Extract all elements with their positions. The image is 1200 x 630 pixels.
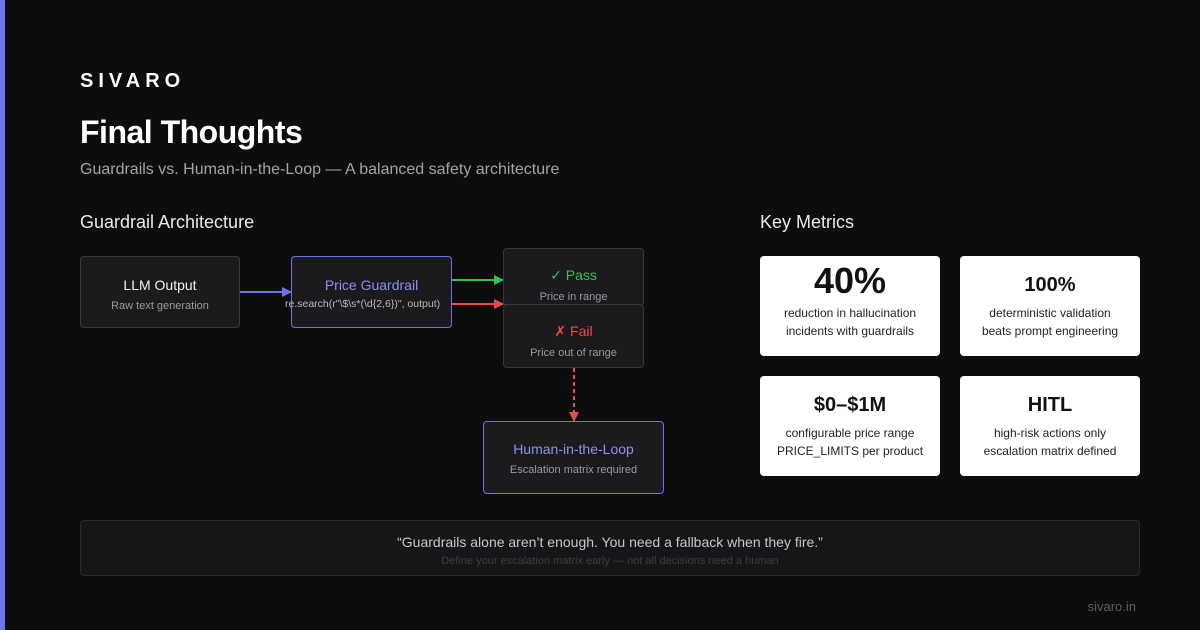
price-guardrail-node: Price Guardrail bbox=[291, 256, 452, 328]
price-guardrail-code: re.search(r"\$\s*(\d{2,6})", output) bbox=[285, 298, 441, 310]
metric-value: HITL bbox=[1027, 394, 1073, 416]
hitl-sub: Escalation matrix required bbox=[509, 464, 638, 476]
fail-sub: Price out of range bbox=[530, 347, 617, 359]
pass-node: ✓ Pass Price in range bbox=[503, 248, 644, 306]
pass-sub: Price in range bbox=[539, 291, 608, 303]
metric-desc-line2: incidents with guardrails bbox=[785, 324, 915, 338]
metric-desc-line1: high-risk actions only bbox=[993, 426, 1107, 440]
hitl-label: Human-in-the-Loop bbox=[513, 441, 634, 457]
footer-url: sivaro.in bbox=[1087, 599, 1136, 614]
pass-label: ✓ Pass bbox=[550, 267, 597, 283]
metric-desc-line2: PRICE_LIMITS per product bbox=[776, 444, 924, 458]
metrics-heading: Key Metrics bbox=[760, 212, 855, 232]
metric-desc-line1: reduction in hallucination bbox=[783, 306, 917, 320]
hitl-node: Human-in-the-Loop Escalation matrix requ… bbox=[483, 421, 664, 494]
metric-card: 100% deterministic validation beats prom… bbox=[960, 256, 1140, 356]
metric-card: $0–$1M configurable price range PRICE_LI… bbox=[760, 376, 940, 476]
metric-card: 40% reduction in hallucination incidents… bbox=[760, 256, 940, 356]
metric-card: HITL high-risk actions only escalation m… bbox=[960, 376, 1140, 476]
metric-desc-line2: beats prompt engineering bbox=[981, 324, 1119, 338]
fail-node: ✗ Fail Price out of range bbox=[503, 304, 644, 368]
metric-desc-line2: escalation matrix defined bbox=[983, 444, 1117, 458]
quote-sub: Define your escalation matrix early — no… bbox=[441, 555, 779, 567]
metric-value: $0–$1M bbox=[813, 394, 887, 416]
quote-text: “Guardrails alone aren’t enough. You nee… bbox=[397, 534, 823, 550]
metric-desc-line1: configurable price range bbox=[785, 426, 915, 440]
metric-value: 100% bbox=[1024, 274, 1076, 296]
llm-output-label: LLM Output bbox=[123, 277, 197, 293]
price-guardrail-label: Price Guardrail bbox=[324, 277, 419, 293]
llm-output-sub: Raw text generation bbox=[111, 300, 209, 312]
metric-desc-line1: deterministic validation bbox=[989, 306, 1111, 320]
quote-box: “Guardrails alone aren’t enough. You nee… bbox=[80, 520, 1140, 576]
fail-label: ✗ Fail bbox=[554, 323, 593, 339]
metric-value: 40% bbox=[813, 260, 887, 301]
llm-output-node: LLM Output Raw text generation bbox=[80, 256, 240, 328]
